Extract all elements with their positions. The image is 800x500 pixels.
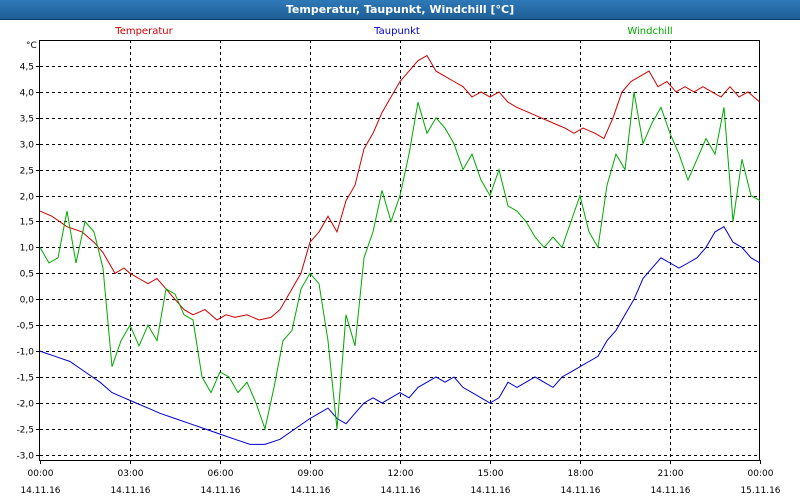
y-axis-unit: °C — [26, 41, 37, 51]
x-tick-date: 14.11.16 — [200, 486, 240, 496]
x-tick-time: 18:00 — [568, 469, 594, 479]
y-tick-label: 4,0 — [20, 89, 35, 99]
y-tick-label: 0,0 — [20, 296, 35, 306]
x-tick-date: 15.11.16 — [740, 486, 780, 496]
x-tick-date: 14.11.16 — [110, 486, 150, 496]
y-tick-label: 2,0 — [20, 193, 35, 203]
y-tick-label: -0,5 — [16, 322, 34, 332]
y-tick-label: 1,5 — [20, 218, 34, 228]
x-tick-time: 03:00 — [118, 469, 144, 479]
x-tick-time: 00:00 — [28, 469, 54, 479]
x-axis: 00:00 14.11.16 03:00 14.11.16 06:00 14.11.16 0… — [20, 460, 781, 496]
y-tick-label: 0,5 — [20, 270, 34, 280]
x-tick-date: 14.11.16 — [470, 486, 510, 496]
x-tick-date: 14.11.16 — [650, 486, 690, 496]
chart-canvas: 4,5 4,0 3,5 3,0 2,5 2,0 1,5 1,0 0,5 0,0 -0,5 -1,0 -1… — [16, 26, 781, 496]
legend-temperatur: Temperatur — [114, 26, 173, 37]
y-axis: 4,5 4,0 3,5 3,0 2,5 2,0 1,5 1,0 0,5 0,0 -0,5 -1,0 -1… — [16, 63, 40, 462]
x-tick-time: 12:00 — [388, 469, 414, 479]
x-tick-date: 14.11.16 — [290, 486, 330, 496]
y-tick-label: -2,0 — [16, 400, 34, 410]
x-tick-time: 00:00 — [748, 469, 774, 479]
x-tick-date: 14.11.16 — [560, 486, 600, 496]
legend-windchill: Windchill — [627, 26, 672, 37]
y-tick-label: -1,0 — [16, 348, 34, 358]
legend: Temperatur Taupunkt Windchill — [114, 26, 672, 37]
x-tick-date: 14.11.16 — [380, 486, 420, 496]
legend-taupunkt: Taupunkt — [373, 26, 420, 37]
y-tick-label: -1,5 — [16, 374, 34, 384]
x-tick-time: 09:00 — [298, 469, 324, 479]
x-tick-date: 14.11.16 — [20, 486, 60, 496]
plot-border — [39, 40, 760, 461]
y-tick-label: 2,5 — [20, 167, 34, 177]
y-tick-label: -2,5 — [16, 426, 34, 436]
y-tick-label: 3,5 — [20, 115, 34, 125]
y-tick-label: -3,0 — [16, 452, 34, 462]
x-tick-time: 06:00 — [208, 469, 234, 479]
y-tick-label: 4,5 — [20, 63, 34, 73]
x-tick-time: 21:00 — [658, 469, 684, 479]
y-tick-label: 1,0 — [20, 244, 35, 254]
y-tick-label: 3,0 — [20, 141, 35, 151]
x-tick-time: 15:00 — [478, 469, 504, 479]
